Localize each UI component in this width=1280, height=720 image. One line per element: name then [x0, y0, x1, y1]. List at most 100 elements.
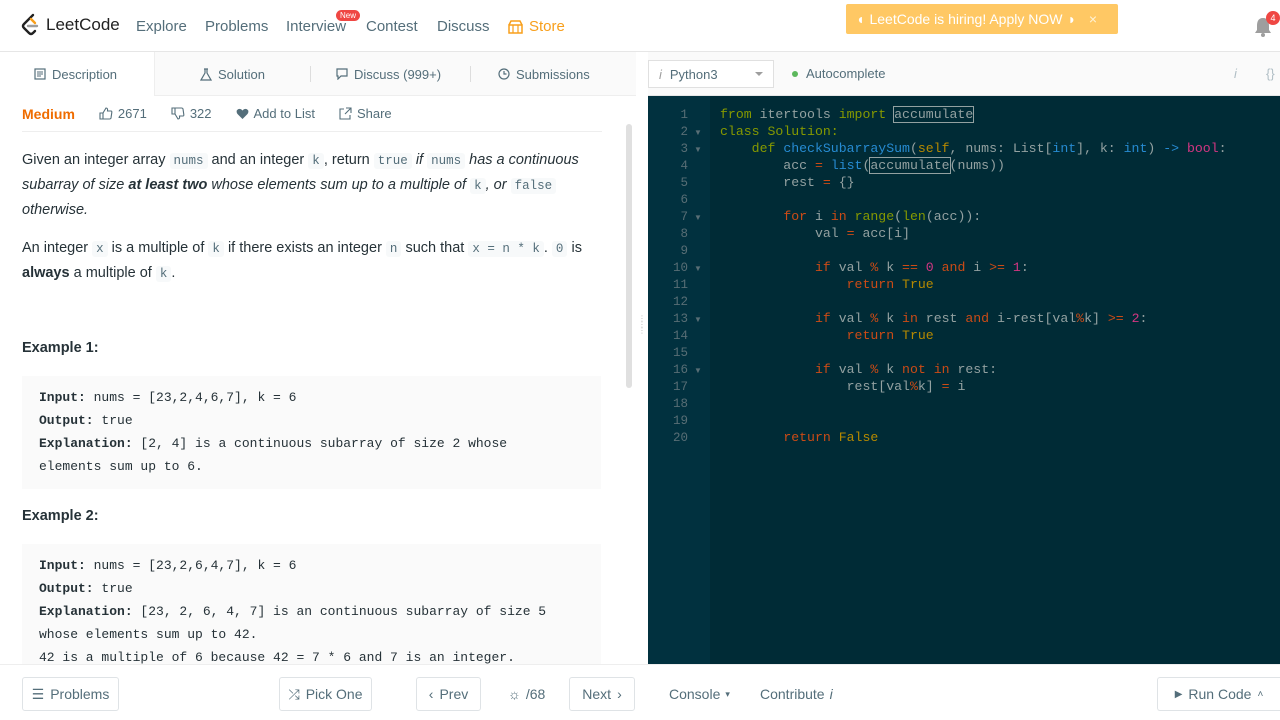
- inline-code: nums: [169, 153, 208, 169]
- close-icon[interactable]: ×: [1089, 11, 1097, 27]
- code-token: range: [854, 209, 895, 224]
- code-line-5: rest = {}: [720, 175, 854, 190]
- thumbs-up-icon: [99, 107, 113, 120]
- tab-separator: [310, 66, 311, 82]
- code-token: :: [1020, 260, 1029, 275]
- add-to-list-label: Add to List: [253, 106, 315, 121]
- code-token: in: [933, 362, 950, 377]
- inline-code: x: [92, 241, 108, 257]
- example-1-title: Example 1:: [22, 340, 99, 356]
- console-label: Console: [669, 686, 721, 702]
- inline-code: 0: [551, 241, 568, 257]
- code-token: list: [830, 158, 863, 173]
- dislike-count: 322: [189, 106, 212, 121]
- autocomplete-toggle[interactable]: Autocomplete: [792, 66, 886, 81]
- inline-code: k: [470, 178, 486, 194]
- play-icon: ▶: [1174, 688, 1183, 700]
- line-number: 18: [672, 397, 688, 411]
- inline-code: k: [308, 153, 324, 169]
- line-number: 4: [680, 159, 688, 173]
- nav-interview[interactable]: Interview: [286, 18, 346, 35]
- code-token: return: [846, 277, 895, 292]
- code-token: val: [720, 226, 847, 241]
- fold-arrow-icon[interactable]: ▼: [694, 145, 702, 154]
- share-label: Share: [356, 106, 392, 121]
- nav-store[interactable]: Store: [508, 18, 565, 35]
- code-token: =: [814, 158, 823, 173]
- fold-arrow-icon[interactable]: ▼: [694, 213, 702, 222]
- code-token: rest[val: [720, 379, 910, 394]
- dislike-button[interactable]: 322: [171, 106, 212, 121]
- tab-solution[interactable]: Solution: [200, 52, 265, 96]
- tab-description[interactable]: Description: [0, 52, 155, 96]
- example-input: nums = [23,2,6,4,7], k = 6: [85, 558, 297, 573]
- example-explanation: elements sum up to 6.: [39, 459, 203, 474]
- notification-count: 4: [1266, 11, 1280, 25]
- next-button[interactable]: Next ›: [569, 677, 635, 711]
- nav-problems[interactable]: Problems: [205, 18, 268, 35]
- line-number: 3: [680, 142, 688, 156]
- pick-one-button[interactable]: ⤮ Pick One: [279, 677, 372, 711]
- megaphone-icon: ◖: [856, 11, 865, 27]
- like-button[interactable]: 2671: [99, 106, 147, 121]
- contribute-button[interactable]: Contribute i: [760, 686, 833, 702]
- info-icon[interactable]: i: [1234, 66, 1237, 81]
- page-indicator[interactable]: ☼ /68: [508, 686, 545, 702]
- run-code-button[interactable]: ▶ Run Code ˄: [1157, 677, 1280, 711]
- example-explanation: 42 is a multiple of 6 because 42 = 7 * 6…: [39, 650, 515, 664]
- code-editor[interactable]: 1 2 ▼ 3 ▼ 4 5 6 7 ▼ 8 9 10 ▼ 11 12 13 ▼ …: [648, 96, 1280, 664]
- inline-code: n: [385, 241, 402, 257]
- fold-arrow-icon[interactable]: ▼: [694, 315, 702, 324]
- braces-icon[interactable]: {}: [1266, 66, 1275, 81]
- code-token: from: [720, 107, 752, 122]
- thumbs-down-icon: [171, 107, 185, 120]
- prev-button[interactable]: ‹ Prev: [416, 677, 481, 711]
- fold-arrow-icon[interactable]: ▼: [694, 264, 702, 273]
- page-total: /68: [525, 686, 546, 702]
- fold-arrow-icon[interactable]: ▼: [694, 128, 702, 137]
- example-2-title: Example 2:: [22, 508, 99, 524]
- nav-contest[interactable]: Contest: [366, 18, 418, 35]
- nav-explore[interactable]: Explore: [136, 18, 187, 35]
- description-bold: always: [22, 265, 70, 281]
- code-token: if: [814, 260, 831, 275]
- panel-resize-handle[interactable]: ⋮ ⋮ ⋮: [638, 315, 646, 335]
- code-token: >=: [989, 260, 1005, 275]
- description-paragraph-1: Given an integer array nums and an integ…: [22, 148, 602, 222]
- problems-button[interactable]: ☰ Problems: [22, 677, 119, 711]
- line-number: 14: [672, 329, 688, 343]
- fold-arrow-icon[interactable]: ▼: [694, 366, 702, 375]
- nav-discuss[interactable]: Discuss: [437, 18, 490, 35]
- code-token: acc[i]: [854, 226, 910, 241]
- tab-description-label: Description: [52, 66, 118, 82]
- description-text: if there exists an integer: [223, 240, 386, 256]
- caret-down-icon: ▾: [725, 688, 730, 699]
- code-token: val: [830, 311, 871, 326]
- line-number: 19: [672, 414, 688, 428]
- example-output: true: [93, 581, 133, 596]
- tab-discuss[interactable]: Discuss (999+): [336, 52, 441, 96]
- tab-solution-label: Solution: [218, 66, 265, 82]
- code-token: True: [902, 277, 934, 292]
- leetcode-logo[interactable]: LeetCode: [20, 13, 120, 37]
- tab-submissions[interactable]: Submissions: [498, 52, 590, 96]
- language-select[interactable]: i Python3: [648, 60, 774, 88]
- console-button[interactable]: Console ▾: [669, 686, 730, 702]
- add-to-list-button[interactable]: Add to List: [236, 106, 315, 121]
- code-token: itertools: [751, 107, 839, 122]
- share-button[interactable]: Share: [339, 106, 392, 121]
- code-token: k]: [917, 379, 942, 394]
- code-token: rest: [917, 311, 966, 326]
- code-token: and: [965, 311, 990, 326]
- description-scrollbar[interactable]: [626, 124, 632, 388]
- megaphone-icon-right: ◗: [1067, 11, 1076, 27]
- chevron-up-icon: ˄: [1257, 688, 1264, 700]
- code-token: k: [878, 362, 903, 377]
- list-icon: ☰: [31, 685, 45, 702]
- hiring-banner[interactable]: ◖ LeetCode is hiring! Apply NOW ◗ ×: [846, 4, 1118, 34]
- code-token: (: [894, 209, 903, 224]
- code-token: val: [830, 260, 871, 275]
